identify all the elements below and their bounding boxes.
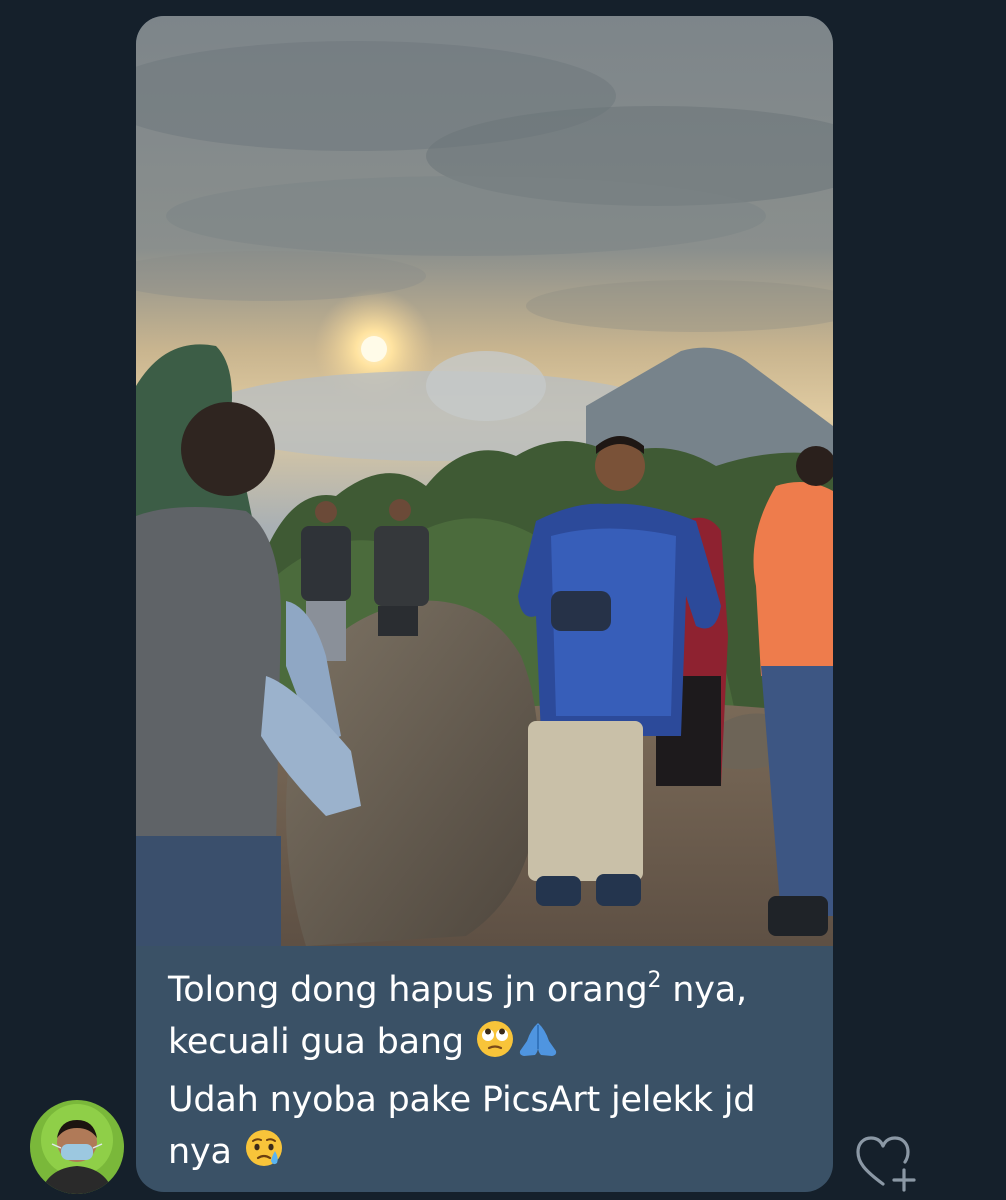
caption-line-1-end: nya,: [661, 970, 747, 1010]
caption-line-2: kecuali gua bang: [168, 1016, 808, 1074]
caption-line-4-text: nya: [168, 1132, 243, 1172]
message-bubble: Tolong dong hapus jn orang2 nya, kecuali…: [136, 16, 833, 1192]
caption-line-4: nya: [168, 1126, 808, 1184]
caption-superscript: 2: [647, 968, 662, 993]
caption-line-1-text: Tolong dong hapus jn orang: [168, 970, 648, 1010]
face-with-rolling-eyes-icon: [475, 1019, 515, 1074]
caption-line-1: Tolong dong hapus jn orang2 nya,: [168, 964, 808, 1016]
sender-avatar[interactable]: [30, 1100, 124, 1194]
caption-line-2-text: kecuali gua bang: [168, 1022, 475, 1062]
heart-plus-icon: [856, 1136, 916, 1192]
crying-face-icon: [243, 1127, 287, 1184]
caption-line-3: Udah nyoba pake PicsArt jelekk jd: [168, 1080, 756, 1120]
message-caption: Tolong dong hapus jn orang2 nya, kecuali…: [168, 964, 808, 1184]
add-reaction-button[interactable]: [852, 1132, 922, 1194]
message-photo[interactable]: [136, 16, 833, 946]
folded-hands-icon: [515, 1019, 561, 1074]
